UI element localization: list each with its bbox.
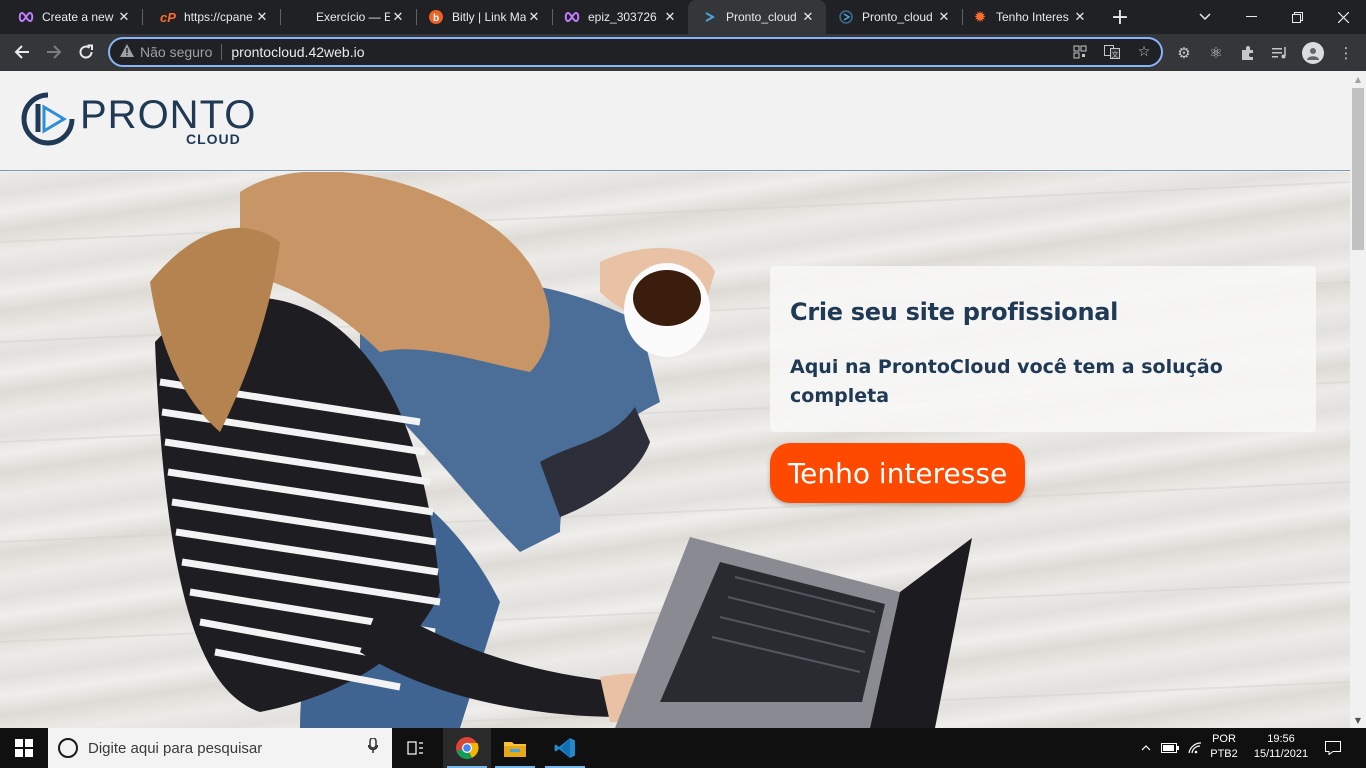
file-explorer-icon[interactable] (491, 728, 539, 768)
extensions-puzzle-icon[interactable] (1238, 43, 1258, 63)
pronto-icon (702, 9, 718, 25)
tab-title: epiz_303726 (588, 10, 657, 24)
gear-orange-icon: ✹ (973, 9, 987, 26)
cortana-circle-icon (58, 738, 78, 758)
minimize-icon[interactable] (1228, 0, 1274, 34)
browser-toolbar: Não seguro prontocloud.42web.io 文 ☆ ⚙ ⚛ … (0, 34, 1366, 71)
pronto-icon (838, 9, 854, 25)
infinity-icon (18, 9, 34, 25)
system-clock[interactable]: 19:56 15/11/2021 (1246, 732, 1316, 762)
bitly-icon: b (428, 9, 444, 25)
new-tab-button[interactable]: + (1108, 5, 1132, 30)
scroll-down-arrow-icon[interactable]: ▼ (1350, 712, 1366, 728)
search-placeholder: Digite aqui para pesquisar (88, 739, 263, 757)
cpanel-icon: cP (160, 9, 176, 25)
security-status-label[interactable]: Não seguro (140, 44, 212, 60)
microphone-icon[interactable] (367, 737, 379, 758)
hero-card: Crie seu site profissional Aqui na Pront… (770, 266, 1316, 432)
hero-background-image (0, 172, 1350, 728)
keyboard-layout: PTB2 (1210, 748, 1238, 760)
site-header: PRONTO CLOUD (0, 71, 1350, 171)
wifi-icon[interactable] (1184, 728, 1206, 768)
close-tab-icon[interactable]: ✕ (390, 9, 406, 25)
reload-icon[interactable] (72, 38, 100, 66)
address-bar[interactable]: Não seguro prontocloud.42web.io 文 ☆ (108, 37, 1163, 67)
taskbar-search-box[interactable]: Digite aqui para pesquisar (48, 728, 392, 768)
qr-code-icon[interactable] (1071, 43, 1089, 61)
windows-taskbar: Digite aqui para pesquisar POR PTB2 19:5… (0, 728, 1366, 768)
hero-section: Crie seu site profissional Aqui na Pront… (0, 172, 1350, 728)
tab-title: Pronto_cloud (862, 10, 933, 24)
notification-center-icon[interactable] (1318, 728, 1348, 768)
tab-bitly[interactable]: b Bitly | Link Ma ✕ (416, 0, 552, 34)
tab-pronto-cloud-active[interactable]: Pronto_cloud ✕ (688, 0, 826, 34)
tenho-interesse-button[interactable]: Tenho interesse (770, 443, 1025, 503)
close-tab-icon[interactable]: ✕ (526, 9, 542, 25)
logo-play-icon (21, 92, 75, 146)
show-hidden-icons-chevron[interactable] (1136, 728, 1156, 768)
close-tab-icon[interactable]: ✕ (254, 9, 270, 25)
translate-icon[interactable]: 文 (1103, 43, 1121, 61)
infinity-icon (564, 9, 580, 25)
close-tab-icon[interactable]: ✕ (800, 9, 816, 25)
clock-date: 15/11/2021 (1253, 748, 1309, 760)
warning-triangle-icon[interactable] (120, 43, 136, 61)
language-code: POR (1212, 733, 1236, 745)
more-menu-icon[interactable]: ⋮ (1336, 43, 1356, 63)
battery-icon[interactable] (1158, 728, 1182, 768)
clock-time: 19:56 (1267, 733, 1295, 745)
hero-subtitle: Aqui na ProntoCloud você tem a solução c… (790, 356, 1223, 407)
tab-create-a-new[interactable]: Create a new ✕ (0, 0, 142, 34)
media-playlist-icon[interactable] (1270, 43, 1290, 63)
tab-title: Create a new (42, 10, 114, 24)
logo-subtext: CLOUD (186, 131, 241, 147)
omnibox-divider (221, 44, 223, 60)
tab-strip: Create a new ✕ cP https://cpane ✕ Exercí… (0, 0, 1366, 34)
tab-title: Bitly | Link Ma (452, 10, 526, 24)
tab-title: Exercício — E (316, 10, 390, 24)
input-language-indicator[interactable]: POR PTB2 (1204, 732, 1244, 762)
tab-search-chevron-icon[interactable] (1182, 0, 1228, 34)
page-scrollbar[interactable]: ▲ ▼ (1350, 71, 1366, 728)
pronto-cloud-logo[interactable]: PRONTO CLOUD (20, 91, 255, 151)
forward-arrow-icon[interactable] (40, 38, 68, 66)
tab-exercicio[interactable]: Exercício — E ✕ (280, 0, 416, 34)
tab-pronto-cloud[interactable]: Pronto_cloud ✕ (826, 0, 962, 34)
tab-epiz[interactable]: epiz_303726 ✕ (552, 0, 688, 34)
profile-avatar[interactable] (1302, 42, 1324, 64)
url-text[interactable]: prontocloud.42web.io (231, 44, 364, 60)
react-devtools-icon[interactable]: ⚛ (1206, 43, 1226, 63)
back-arrow-icon[interactable] (8, 38, 36, 66)
extension-gear-icon[interactable]: ⚙ (1174, 43, 1194, 63)
tab-cpanel[interactable]: cP https://cpane ✕ (142, 0, 280, 34)
scroll-thumb[interactable] (1352, 88, 1364, 250)
close-window-icon[interactable] (1320, 0, 1366, 34)
chrome-taskbar-icon[interactable] (443, 728, 491, 768)
restore-icon[interactable] (1274, 0, 1320, 34)
omnibox-actions: 文 ☆ (1071, 43, 1153, 61)
close-tab-icon[interactable]: ✕ (1072, 9, 1088, 25)
tab-title: https://cpane (184, 10, 253, 24)
vscode-icon[interactable] (541, 728, 589, 768)
web-page: PRONTO CLOUD Crie seu site profissional … (0, 71, 1350, 728)
close-tab-icon[interactable]: ✕ (936, 9, 952, 25)
close-tab-icon[interactable]: ✕ (662, 9, 678, 25)
hero-title: Crie seu site profissional (790, 298, 1119, 326)
tab-tenho-interesse[interactable]: ✹ Tenho Interes ✕ (962, 0, 1098, 34)
svg-text:文: 文 (1112, 50, 1119, 59)
scroll-up-arrow-icon[interactable]: ▲ (1350, 71, 1366, 87)
windows-start-icon[interactable] (0, 728, 48, 768)
close-tab-icon[interactable]: ✕ (116, 9, 132, 25)
bookmark-star-icon[interactable]: ☆ (1135, 43, 1153, 61)
tab-title: Pronto_cloud (726, 10, 797, 24)
task-view-icon[interactable] (392, 728, 440, 768)
svg-text:b: b (433, 13, 439, 24)
tab-title: Tenho Interes (996, 10, 1069, 24)
